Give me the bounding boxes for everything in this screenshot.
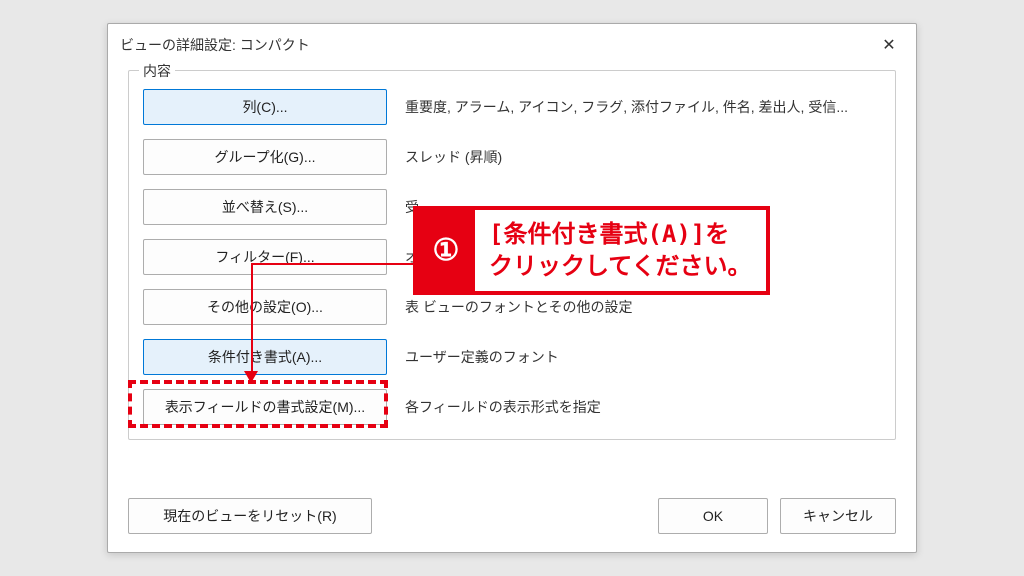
reset-view-button[interactable]: 現在のビューをリセット(R) xyxy=(128,498,372,534)
row-format-columns: 表示フィールドの書式設定(M)... 各フィールドの表示形式を指定 xyxy=(143,389,881,425)
filter-desc: オフ xyxy=(405,247,881,267)
filter-button[interactable]: フィルター(F)... xyxy=(143,239,387,275)
format-columns-button[interactable]: 表示フィールドの書式設定(M)... xyxy=(143,389,387,425)
cancel-button[interactable]: キャンセル xyxy=(780,498,896,534)
dialog-title: ビューの詳細設定: コンパクト xyxy=(120,35,310,55)
content-fieldset: 内容 列(C)... 重要度, アラーム, アイコン, フラグ, 添付ファイル,… xyxy=(128,70,896,440)
other-settings-button[interactable]: その他の設定(O)... xyxy=(143,289,387,325)
sort-button[interactable]: 並べ替え(S)... xyxy=(143,189,387,225)
title-bar: ビューの詳細設定: コンパクト ✕ xyxy=(108,24,916,64)
format-columns-desc: 各フィールドの表示形式を指定 xyxy=(405,397,881,417)
ok-button[interactable]: OK xyxy=(658,498,768,534)
row-sort: 並べ替え(S)... 受 xyxy=(143,189,881,225)
close-icon[interactable]: ✕ xyxy=(872,32,906,58)
row-columns: 列(C)... 重要度, アラーム, アイコン, フラグ, 添付ファイル, 件名… xyxy=(143,89,881,125)
row-conditional-formatting: 条件付き書式(A)... ユーザー定義のフォント xyxy=(143,339,881,375)
advanced-view-settings-dialog: ビューの詳細設定: コンパクト ✕ 内容 列(C)... 重要度, アラーム, … xyxy=(107,23,917,553)
groupby-desc: スレッド (昇順) xyxy=(405,147,881,167)
fieldset-legend: 内容 xyxy=(139,61,175,81)
other-settings-desc: 表 ビューのフォントとその他の設定 xyxy=(405,297,881,317)
row-filter: フィルター(F)... オフ xyxy=(143,239,881,275)
dialog-buttons: 現在のビューをリセット(R) OK キャンセル xyxy=(128,498,896,534)
columns-button[interactable]: 列(C)... xyxy=(143,89,387,125)
sort-desc: 受 xyxy=(405,197,881,217)
conditional-formatting-desc: ユーザー定義のフォント xyxy=(405,347,881,367)
settings-rows: 列(C)... 重要度, アラーム, アイコン, フラグ, 添付ファイル, 件名… xyxy=(129,71,895,439)
columns-desc: 重要度, アラーム, アイコン, フラグ, 添付ファイル, 件名, 差出人, 受… xyxy=(405,97,881,117)
groupby-button[interactable]: グループ化(G)... xyxy=(143,139,387,175)
row-other: その他の設定(O)... 表 ビューのフォントとその他の設定 xyxy=(143,289,881,325)
row-groupby: グループ化(G)... スレッド (昇順) xyxy=(143,139,881,175)
conditional-formatting-button[interactable]: 条件付き書式(A)... xyxy=(143,339,387,375)
